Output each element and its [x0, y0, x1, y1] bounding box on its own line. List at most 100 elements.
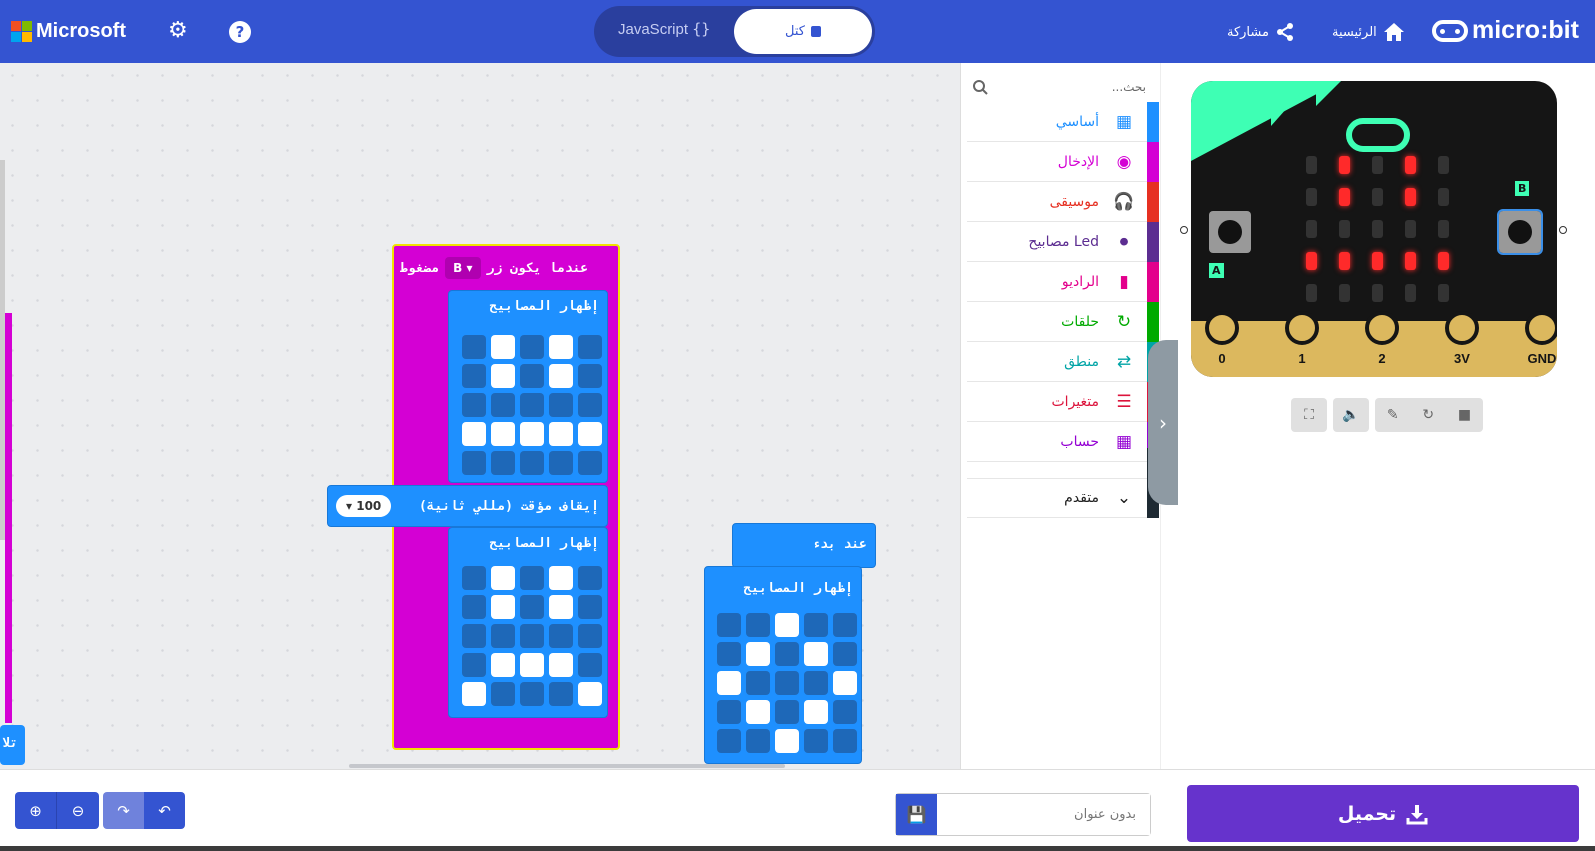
led-cell[interactable] [491, 422, 515, 446]
pin-2[interactable] [1365, 311, 1399, 345]
pin-0[interactable] [1205, 311, 1239, 345]
led-cell[interactable] [462, 422, 486, 446]
button-b[interactable] [1497, 209, 1543, 255]
led-cell[interactable] [578, 653, 602, 677]
toolbox-category[interactable]: الإدخال ◉ [967, 142, 1147, 182]
led-cell[interactable] [833, 729, 857, 753]
zoom-out-button[interactable]: ⊖ [57, 792, 99, 829]
stop-icon[interactable]: ■ [1458, 407, 1471, 423]
microbit-board[interactable]: A B 0 1 2 3V GND [1191, 81, 1557, 377]
pause-block[interactable]: ▾ 100 إيقاف مؤقت (مللي ثانية) [327, 485, 608, 527]
led-cell[interactable] [491, 624, 515, 648]
pin-1[interactable] [1285, 311, 1319, 345]
led-grid-1[interactable] [462, 335, 602, 475]
led-cell[interactable] [520, 653, 544, 677]
workspace-scrollbar[interactable] [349, 764, 785, 768]
led-cell[interactable] [578, 624, 602, 648]
toolbox-category[interactable]: الراديو ▮ [967, 262, 1147, 302]
pin-3v[interactable] [1445, 311, 1479, 345]
project-name-input[interactable] [937, 794, 1150, 835]
toolbox-category[interactable]: حساب ▦ [967, 422, 1147, 462]
javascript-tab[interactable]: JavaScript {} [618, 20, 710, 38]
led-cell[interactable] [833, 613, 857, 637]
led-cell[interactable] [491, 595, 515, 619]
toolbox-category-advanced[interactable]: متقدم ⌄ [967, 478, 1147, 518]
led-cell[interactable] [549, 451, 573, 475]
led-cell[interactable] [746, 700, 770, 724]
led-cell[interactable] [491, 364, 515, 388]
offscreen-basic-block[interactable]: تلا [0, 725, 25, 765]
microsoft-logo[interactable]: Microsoft [11, 20, 126, 43]
led-cell[interactable] [549, 422, 573, 446]
led-cell[interactable] [491, 335, 515, 359]
toolbox-category[interactable]: منطق ⇄ [967, 342, 1147, 382]
led-cell[interactable] [520, 335, 544, 359]
led-cell[interactable] [520, 393, 544, 417]
led-cell[interactable] [804, 613, 828, 637]
blocks-tab[interactable]: كتل [734, 9, 872, 54]
collapse-simulator-button[interactable]: › [1148, 340, 1178, 505]
led-cell[interactable] [833, 642, 857, 666]
led-cell[interactable] [491, 451, 515, 475]
led-cell[interactable] [549, 393, 573, 417]
led-cell[interactable] [717, 642, 741, 666]
toolbox-category[interactable]: متغيرات ☰ [967, 382, 1147, 422]
led-cell[interactable] [520, 595, 544, 619]
led-cell[interactable] [491, 566, 515, 590]
gear-icon[interactable]: ⚙ [168, 18, 188, 43]
led-cell[interactable] [549, 595, 573, 619]
debug-icon[interactable]: ✎ [1387, 407, 1399, 423]
toolbox-category[interactable]: موسيقى 🎧 [967, 182, 1147, 222]
led-cell[interactable] [549, 653, 573, 677]
led-cell[interactable] [520, 566, 544, 590]
led-cell[interactable] [520, 364, 544, 388]
led-cell[interactable] [520, 682, 544, 706]
led-cell[interactable] [462, 393, 486, 417]
fullscreen-button[interactable]: ⛶ [1291, 398, 1327, 432]
led-cell[interactable] [717, 671, 741, 695]
redo-button[interactable]: ↷ [103, 792, 144, 829]
led-cell[interactable] [549, 364, 573, 388]
led-cell[interactable] [549, 566, 573, 590]
led-cell[interactable] [804, 700, 828, 724]
led-cell[interactable] [578, 566, 602, 590]
led-cell[interactable] [462, 595, 486, 619]
toolbox-category[interactable]: أساسي ▦ [967, 102, 1147, 142]
led-cell[interactable] [491, 393, 515, 417]
led-cell[interactable] [833, 700, 857, 724]
led-cell[interactable] [578, 335, 602, 359]
led-cell[interactable] [578, 682, 602, 706]
led-cell[interactable] [746, 671, 770, 695]
show-leds-block-2[interactable]: إظهار المصابيح [448, 527, 608, 718]
help-icon[interactable]: ? [229, 21, 251, 43]
led-cell[interactable] [520, 451, 544, 475]
microbit-logo[interactable]: micro:bit [1432, 16, 1579, 45]
led-cell[interactable] [549, 335, 573, 359]
led-cell[interactable] [578, 451, 602, 475]
offscreen-event-block[interactable] [5, 313, 12, 723]
button-dropdown[interactable]: B ▾ [445, 257, 481, 279]
led-cell[interactable] [549, 682, 573, 706]
led-cell[interactable] [520, 422, 544, 446]
led-cell[interactable] [717, 613, 741, 637]
pin-gnd[interactable] [1525, 311, 1557, 345]
led-cell[interactable] [833, 671, 857, 695]
led-cell[interactable] [549, 624, 573, 648]
button-a[interactable] [1209, 211, 1251, 253]
toolbox-category[interactable]: مصابيح Led ⏺ [967, 222, 1147, 262]
toolbox-search[interactable]: بحث... [972, 72, 1146, 102]
restart-icon[interactable]: ↻ [1422, 407, 1434, 423]
download-button[interactable]: تحميل [1187, 785, 1579, 842]
show-leds-block-3[interactable]: إظهار المصابيح [704, 566, 862, 764]
toolbox-category[interactable]: حلقات ↻ [967, 302, 1147, 342]
led-grid-2[interactable] [462, 566, 602, 706]
home-button[interactable]: الرئيسية [1332, 22, 1405, 42]
led-cell[interactable] [578, 595, 602, 619]
led-cell[interactable] [775, 642, 799, 666]
show-leds-block-1[interactable]: إظهار المصابيح [448, 290, 608, 483]
save-button[interactable]: 💾 [896, 794, 937, 835]
led-cell[interactable] [491, 682, 515, 706]
led-cell[interactable] [775, 700, 799, 724]
led-cell[interactable] [520, 624, 544, 648]
led-cell[interactable] [462, 624, 486, 648]
